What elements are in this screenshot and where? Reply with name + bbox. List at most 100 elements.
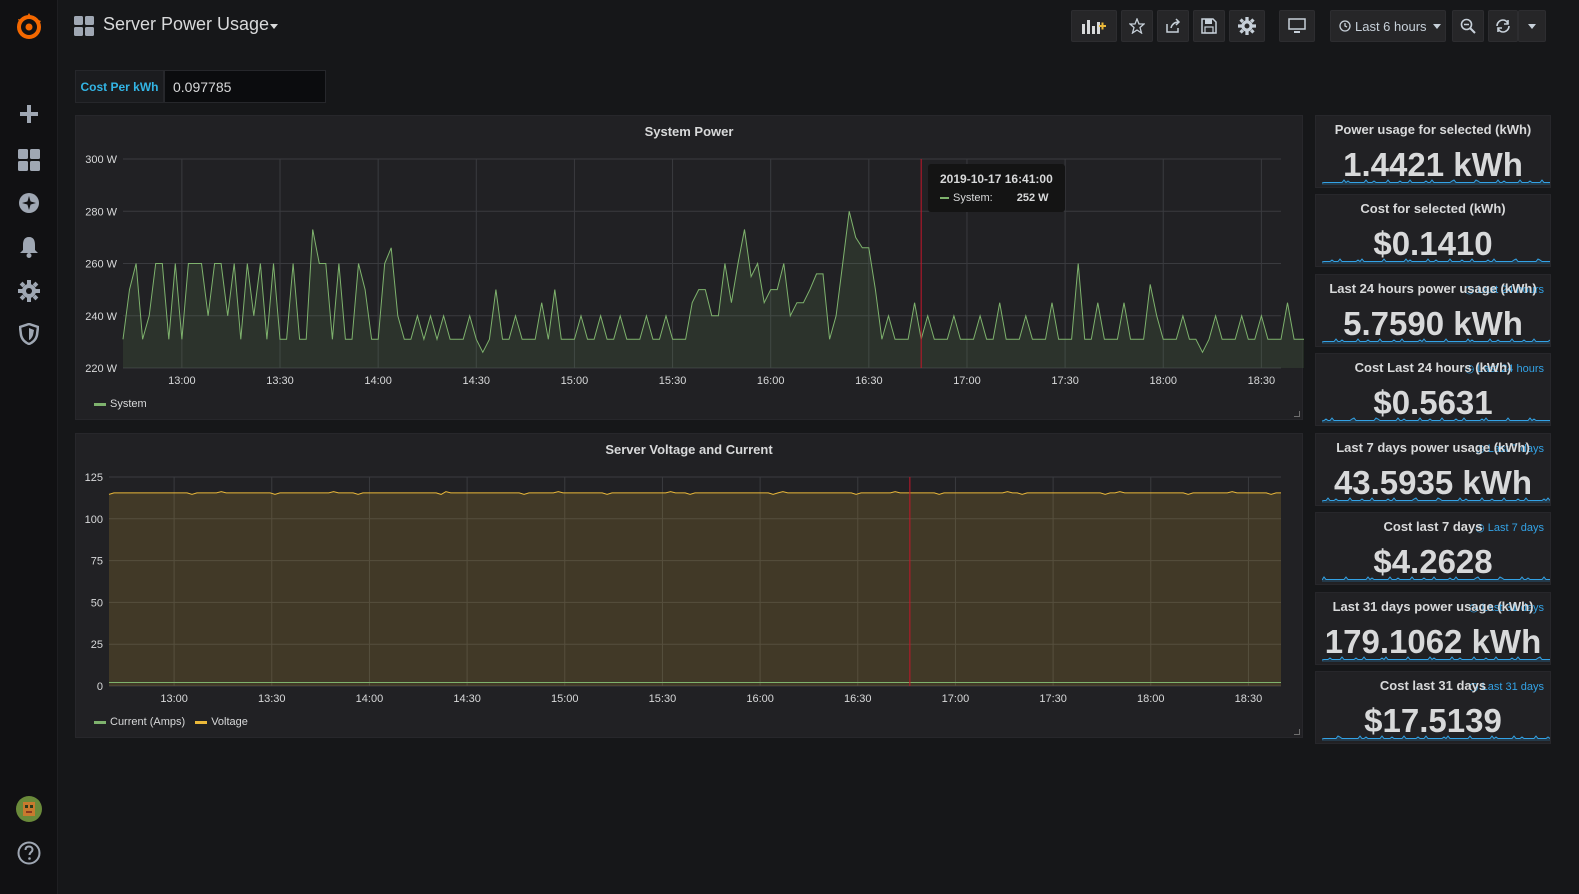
tooltip-value: 252 W — [1016, 192, 1049, 204]
variable-label: Cost Per kWh — [75, 70, 164, 103]
gear-icon[interactable] — [0, 271, 58, 311]
stat-title[interactable]: Power usage for selected (kWh) — [1316, 122, 1550, 137]
chevron-down-icon — [1432, 23, 1441, 29]
dashboard-title[interactable]: Server Power Usage — [103, 14, 269, 35]
x-tick-label: 14:00 — [364, 375, 392, 387]
x-tick-label: 13:00 — [168, 375, 196, 387]
sparkline — [1322, 338, 1550, 344]
sparkline-line — [1322, 179, 1550, 184]
x-tick-label: 15:00 — [551, 693, 579, 705]
settings-button[interactable] — [1229, 10, 1265, 42]
stat-title[interactable]: Last 31 days power usage (kWh) — [1316, 599, 1550, 614]
y-tick-label: 260 W — [85, 259, 117, 271]
x-tick-label: 16:00 — [746, 693, 774, 705]
grafana-logo-icon[interactable] — [0, 6, 58, 46]
x-tick-label: 14:30 — [463, 375, 491, 387]
x-tick-label: 17:00 — [942, 693, 970, 705]
x-tick-label: 15:30 — [659, 375, 687, 387]
legend-item-voltage[interactable]: Voltage — [195, 716, 248, 728]
clock-icon — [1339, 20, 1351, 32]
x-tick-label: 16:30 — [855, 375, 883, 387]
sparkline — [1322, 417, 1550, 423]
stat-panel: ◷ Last 24 hours Cost Last 24 hours (kWh)… — [1315, 353, 1551, 426]
stat-panel: ◷ Last 31 days Cost last 31 days $17.513… — [1315, 671, 1551, 744]
legend: System — [94, 398, 147, 410]
voltage-current-panel: Server Voltage and Current 0 25 50 75 100 125… — [75, 433, 1303, 738]
time-picker-button[interactable]: Last 6 hours — [1330, 10, 1446, 42]
avatar[interactable] — [0, 789, 58, 829]
cost-per-kwh-input[interactable]: 0.097785 — [164, 70, 326, 103]
sparkline-line — [1322, 576, 1550, 581]
explore-icon[interactable] — [0, 183, 58, 223]
x-tick-label: 15:00 — [561, 375, 589, 387]
tooltip-series: System: — [953, 192, 993, 204]
voltage-current-graph[interactable]: 0 25 50 75 100 125 13:00 13:30 14:00 14:30 15:00 15… — [76, 434, 1304, 739]
stat-title[interactable]: Cost last 7 days — [1316, 519, 1550, 534]
stat-title[interactable]: Cost for selected (kWh) — [1316, 201, 1550, 216]
x-tick-label: 17:30 — [1039, 693, 1067, 705]
y-tick-label: 220 W — [85, 363, 117, 375]
bell-icon[interactable] — [0, 227, 58, 267]
y-tick-label: 50 — [91, 597, 103, 609]
x-tick-label: 14:00 — [356, 693, 384, 705]
sparkline — [1322, 656, 1550, 662]
legend-item-system[interactable]: System — [94, 398, 147, 410]
stat-title[interactable]: Cost Last 24 hours (kWh) — [1316, 360, 1550, 375]
sparkline — [1322, 497, 1550, 503]
stat-title[interactable]: Cost last 31 days — [1316, 678, 1550, 693]
refresh-button[interactable] — [1488, 10, 1518, 42]
x-tick-label: 15:30 — [649, 693, 677, 705]
x-tick-label: 18:00 — [1149, 375, 1177, 387]
legend: Current (Amps) Voltage — [94, 716, 248, 728]
dashboard-grid-icon — [74, 16, 94, 41]
stat-panel: ◷ Last 7 days Last 7 days power usage (k… — [1315, 433, 1551, 506]
x-tick-label: 13:30 — [258, 693, 286, 705]
legend-item-current[interactable]: Current (Amps) — [94, 716, 185, 728]
y-tick-label: 0 — [97, 681, 103, 693]
sparkline-line — [1322, 735, 1550, 740]
help-icon[interactable] — [0, 833, 58, 873]
y-tick-label: 25 — [91, 639, 103, 651]
x-tick-label: 16:30 — [844, 693, 872, 705]
sparkline — [1322, 179, 1550, 185]
legend-label: Current (Amps) — [110, 716, 186, 728]
x-tick-label: 18:30 — [1248, 375, 1276, 387]
system-power-panel: System Power 220 W 240 W 260 W 280 W 300 W 13… — [75, 115, 1304, 421]
sparkline-line — [1322, 338, 1550, 343]
stat-panel: ◷ Last 24 hours Last 24 hours power usag… — [1315, 274, 1551, 347]
y-tick-label: 125 — [85, 472, 103, 484]
panel-resize-handle[interactable] — [1294, 729, 1300, 735]
x-tick-label: 17:30 — [1051, 375, 1079, 387]
legend-swatch — [94, 402, 106, 406]
system-power-graph[interactable]: 220 W 240 W 260 W 280 W 300 W 13:00 13:30 14:00… — [76, 116, 1304, 421]
dashboards-icon[interactable] — [0, 140, 58, 180]
chevron-down-icon[interactable] — [270, 24, 278, 29]
x-tick-label: 13:00 — [160, 693, 188, 705]
save-button[interactable] — [1193, 10, 1225, 42]
shield-icon[interactable] — [0, 314, 58, 354]
y-tick-label: 100 — [85, 514, 103, 526]
stat-panel: ◷ Last 31 days Last 31 days power usage … — [1315, 592, 1551, 665]
legend-swatch — [94, 720, 106, 724]
x-tick-label: 16:00 — [757, 375, 785, 387]
sparkline-line — [1322, 417, 1550, 422]
x-tick-label: 18:30 — [1235, 693, 1263, 705]
x-tick-label: 13:30 — [266, 375, 294, 387]
chevron-down-icon — [1528, 23, 1536, 29]
refresh-interval-dropdown[interactable] — [1518, 10, 1546, 42]
add-panel-button[interactable] — [1071, 10, 1117, 42]
panel-resize-handle[interactable] — [1294, 411, 1300, 417]
zoom-out-button[interactable] — [1452, 10, 1484, 42]
legend-label: Voltage — [211, 716, 248, 728]
sparkline — [1322, 258, 1550, 264]
x-tick-label: 17:00 — [953, 375, 981, 387]
stat-title[interactable]: Last 7 days power usage (kWh) — [1316, 440, 1550, 455]
tv-mode-button[interactable] — [1279, 10, 1315, 42]
share-button[interactable] — [1157, 10, 1189, 42]
star-button[interactable] — [1121, 10, 1153, 42]
y-tick-label: 75 — [91, 556, 103, 568]
stat-title[interactable]: Last 24 hours power usage (kWh) — [1316, 281, 1550, 296]
stat-panel: ◷ Last 7 days Cost last 7 days $4.2628 — [1315, 512, 1551, 585]
plus-icon[interactable] — [0, 94, 58, 134]
y-tick-label: 280 W — [85, 206, 117, 218]
